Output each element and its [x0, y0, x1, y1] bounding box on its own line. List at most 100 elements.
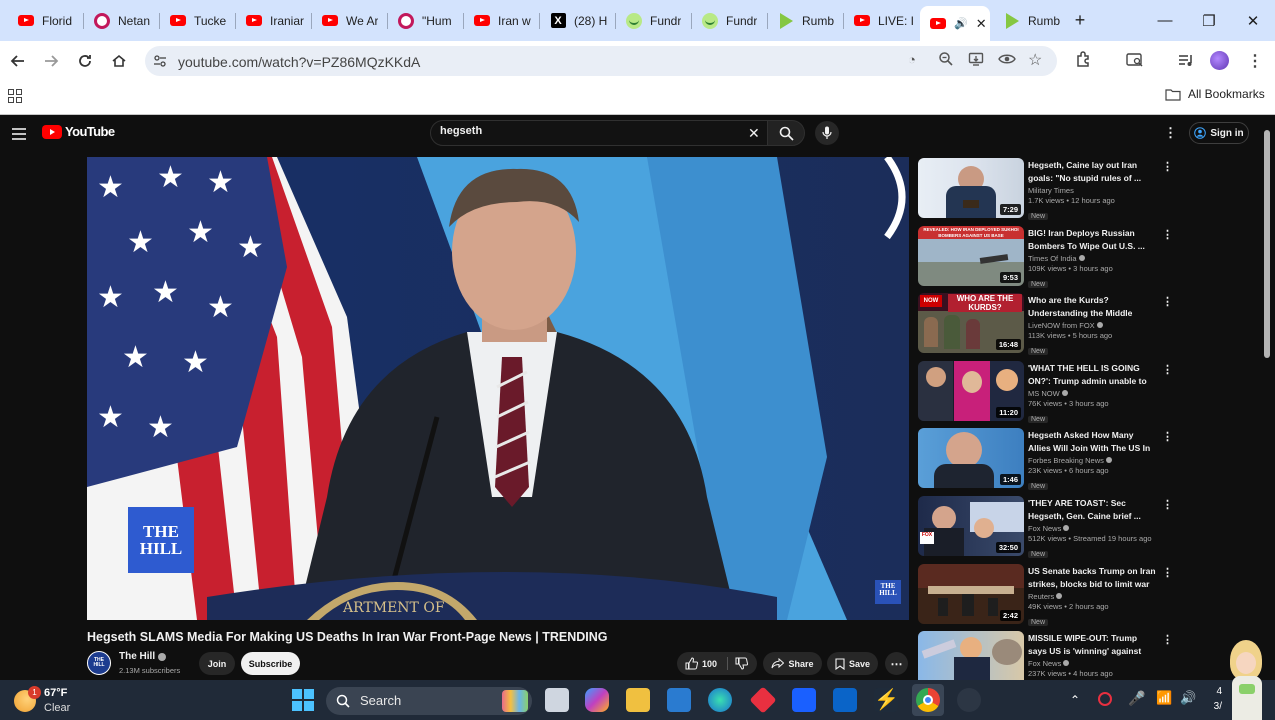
browser-tab[interactable]: Iraniar [236, 6, 312, 35]
eye-icon[interactable] [998, 51, 1016, 69]
windows-start-icon[interactable] [292, 689, 314, 711]
zoom-icon[interactable] [938, 51, 956, 69]
tab-search-icon[interactable] [1126, 52, 1146, 70]
bookmark-star-icon[interactable]: ☆ [1028, 50, 1046, 69]
browser-tab[interactable]: Fundr [692, 6, 768, 35]
microphone-tray-icon[interactable]: 🎤 [1128, 690, 1145, 707]
save-button[interactable]: Save [827, 652, 878, 675]
url-text[interactable]: youtube.com/watch?v=PZ86MQzKKdA [178, 54, 420, 70]
recommended-video[interactable]: REVEALED: HOW IRAN DEPLOYED SUKHOI BOMBE… [918, 226, 1173, 288]
settings-kebab-icon[interactable]: ⋮ [1164, 125, 1177, 141]
video-thumbnail[interactable]: 1:46 [918, 428, 1024, 488]
settings-gear-icon[interactable] [957, 688, 981, 712]
video-thumbnail[interactable]: WHO ARE THE KURDS? NOW 16:48 [918, 293, 1024, 353]
reload-button[interactable] [71, 47, 99, 75]
clock-date[interactable]: 3/ [1208, 701, 1222, 712]
more-options-icon[interactable]: ⋮ [1162, 160, 1173, 173]
more-options-icon[interactable]: ⋮ [1162, 363, 1173, 376]
search-input[interactable]: hegseth [440, 125, 482, 137]
taskbar-search[interactable]: Search [326, 687, 532, 715]
browser-tab[interactable]: Tucke [160, 6, 236, 35]
more-options-icon[interactable]: ⋮ [1162, 228, 1173, 241]
outlook-icon[interactable] [833, 688, 857, 712]
copilot-icon[interactable] [585, 688, 609, 712]
close-window-button[interactable]: ✕ [1231, 0, 1275, 41]
video-thumbnail[interactable]: FOX 32:50 [918, 496, 1024, 556]
clear-search-icon[interactable]: ✕ [748, 125, 760, 142]
browser-tab[interactable]: We Ar [312, 6, 388, 35]
browser-tab[interactable]: X (28) H [540, 6, 616, 35]
like-button[interactable]: 100 [685, 657, 717, 670]
restore-button[interactable]: ❐ [1187, 0, 1231, 41]
browser-tab[interactable]: Rumb [768, 6, 844, 35]
forward-button[interactable] [37, 47, 65, 75]
recommended-video[interactable]: 7:29 Hegseth, Caine lay out Iran goals: … [918, 158, 1173, 220]
more-options-icon[interactable]: ⋮ [1162, 430, 1173, 443]
edge-icon[interactable] [708, 688, 732, 712]
recommended-video[interactable]: WHO ARE THE KURDS? NOW 16:48 Who are the… [918, 293, 1173, 355]
apps-grid-icon[interactable] [8, 89, 24, 103]
home-button[interactable] [105, 47, 133, 75]
more-options-icon[interactable]: ⋮ [1162, 633, 1173, 646]
chrome-taskbar-active[interactable] [912, 684, 944, 716]
store-icon[interactable] [667, 688, 691, 712]
video-thumbnail[interactable]: 7:29 [918, 158, 1024, 218]
profile-avatar[interactable] [1210, 51, 1229, 70]
install-app-icon[interactable] [968, 51, 986, 69]
browser-tab[interactable]: Fundr [616, 6, 692, 35]
browser-tab[interactable]: Netan [84, 6, 160, 35]
performance-icon[interactable]: ◔ [908, 52, 926, 70]
lightning-app-icon[interactable]: ⚡ [874, 688, 899, 712]
minimize-button[interactable]: — [1143, 0, 1187, 41]
volume-icon[interactable]: 🔊 [1180, 690, 1196, 706]
browser-tab-active[interactable]: 🔊 ✕ [920, 6, 990, 41]
dropbox-icon[interactable] [792, 688, 816, 712]
video-thumbnail[interactable]: 2:42 [918, 564, 1024, 624]
more-options-icon[interactable]: ⋮ [1162, 498, 1173, 511]
browser-tab[interactable]: LIVE: I [844, 6, 920, 35]
youtube-logo[interactable]: YouTube [42, 124, 115, 139]
browser-tab[interactable]: Florid [8, 6, 84, 35]
recommended-video[interactable]: 2:42 US Senate backs Trump on Iran strik… [918, 564, 1173, 626]
search-button[interactable] [767, 120, 805, 146]
speaker-icon[interactable]: 🔊 [954, 17, 968, 30]
media-control-icon[interactable] [1178, 52, 1198, 70]
more-options-icon[interactable]: ⋮ [1162, 295, 1173, 308]
voice-search-button[interactable] [815, 121, 839, 145]
channel-name-link[interactable]: The Hill [119, 651, 167, 662]
dislike-button[interactable] [735, 657, 749, 672]
browser-tab[interactable]: Rumb [994, 6, 1070, 35]
new-tab-button[interactable]: + [1062, 0, 1098, 41]
tray-app-icon[interactable] [1098, 692, 1112, 706]
video-thumbnail[interactable]: 11:20 [918, 361, 1024, 421]
page-scrollbar[interactable] [1262, 118, 1272, 680]
channel-avatar[interactable]: THE HILL [87, 651, 111, 675]
share-button[interactable]: Share [763, 652, 822, 675]
site-info-icon[interactable] [151, 52, 169, 70]
clock-time[interactable]: 4 [1208, 686, 1222, 697]
close-tab-icon[interactable]: ✕ [976, 16, 987, 32]
extensions-icon[interactable] [1075, 50, 1095, 70]
system-tray-chevron-icon[interactable]: ⌃ [1070, 693, 1080, 707]
hamburger-menu-icon[interactable] [12, 127, 26, 140]
video-thumbnail[interactable]: REVEALED: HOW IRAN DEPLOYED SUKHOI BOMBE… [918, 226, 1024, 286]
weather-widget[interactable]: 1 [14, 686, 41, 712]
browser-tab[interactable]: Iran w [464, 6, 540, 35]
recommended-video[interactable]: FOX 32:50 'THEY ARE TOAST': Sec Hegseth,… [918, 496, 1173, 558]
subscribe-button[interactable]: Subscribe [241, 652, 300, 675]
video-player[interactable]: ★ ★ ★ ★ ★ ★ ★ ★ ★ ★ ★ ★ ★ ARTMENT OF THE… [87, 157, 909, 620]
scrollbar-thumb[interactable] [1264, 130, 1270, 358]
back-button[interactable] [4, 47, 32, 75]
sign-in-button[interactable]: Sign in [1189, 122, 1249, 144]
recommended-video[interactable]: 1:46 Hegseth Asked How Many Allies Will … [918, 428, 1173, 490]
recommended-video[interactable]: 11:20 'WHAT THE HELL IS GOING ON?': Trum… [918, 361, 1173, 423]
task-view-icon[interactable] [545, 688, 569, 712]
more-actions-button[interactable]: ⋯ [885, 652, 908, 675]
chrome-menu-icon[interactable]: ⋮ [1247, 51, 1263, 70]
join-button[interactable]: Join [199, 652, 235, 675]
more-options-icon[interactable]: ⋮ [1162, 566, 1173, 579]
file-explorer-icon[interactable] [626, 688, 650, 712]
all-bookmarks-button[interactable]: All Bookmarks [1165, 87, 1265, 101]
browser-tab[interactable]: "Hum [388, 6, 464, 35]
wifi-icon[interactable]: 📶 [1156, 690, 1172, 706]
